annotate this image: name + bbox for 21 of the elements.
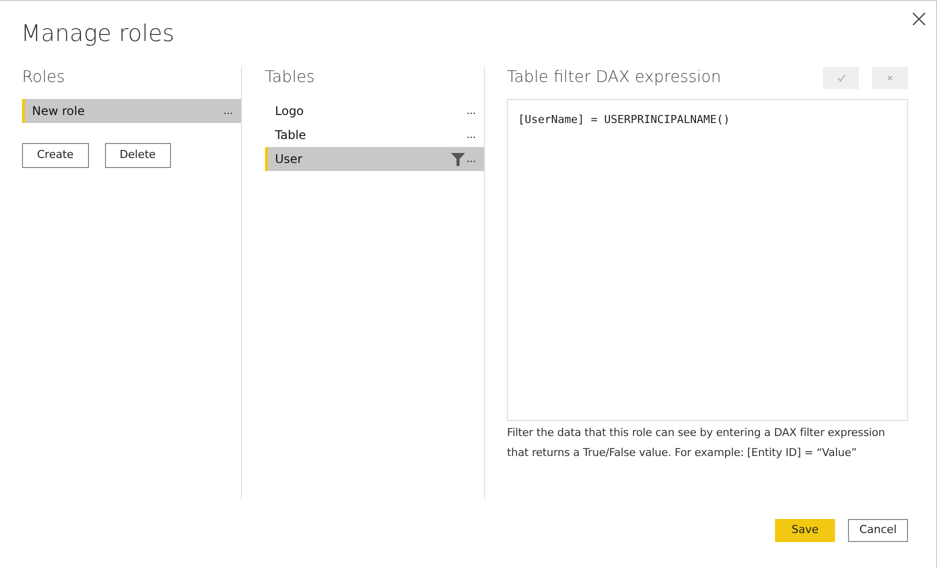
help-text: Filter the data that this role can see by entering a DAX filter expression that returns a True/False value. For example: [Entity ID] = “Value” xyxy=(507,425,886,461)
section-heading: Tables xyxy=(265,67,316,88)
check-icon xyxy=(836,74,846,82)
cancel-button[interactable]: Cancel xyxy=(848,519,908,542)
section-heading: Roles xyxy=(22,67,66,88)
more-options[interactable]: ... xyxy=(466,104,478,118)
dialog-title: Manage roles xyxy=(21,21,174,49)
more-options[interactable]: ... xyxy=(466,128,478,142)
table-item[interactable]: Logo ... xyxy=(265,99,484,123)
close-icon xyxy=(887,75,893,81)
table-item[interactable]: Table ... xyxy=(265,123,484,147)
role-item[interactable]: New role ... xyxy=(22,99,241,123)
more-options[interactable]: ... xyxy=(466,152,478,166)
save-button[interactable]: Save xyxy=(775,519,835,542)
table-item[interactable]: User ... xyxy=(265,147,484,171)
expression-text: [UserName] = USERPRINCIPALNAME() xyxy=(518,113,730,126)
more-options[interactable]: ... xyxy=(223,104,235,118)
role-action-button[interactable]: Delete xyxy=(104,143,171,168)
expression-editor[interactable]: [UserName] = USERPRINCIPALNAME() xyxy=(507,99,908,421)
section-heading: Table filter DAX expression xyxy=(507,67,722,88)
role-action-button[interactable]: Create xyxy=(22,143,89,168)
